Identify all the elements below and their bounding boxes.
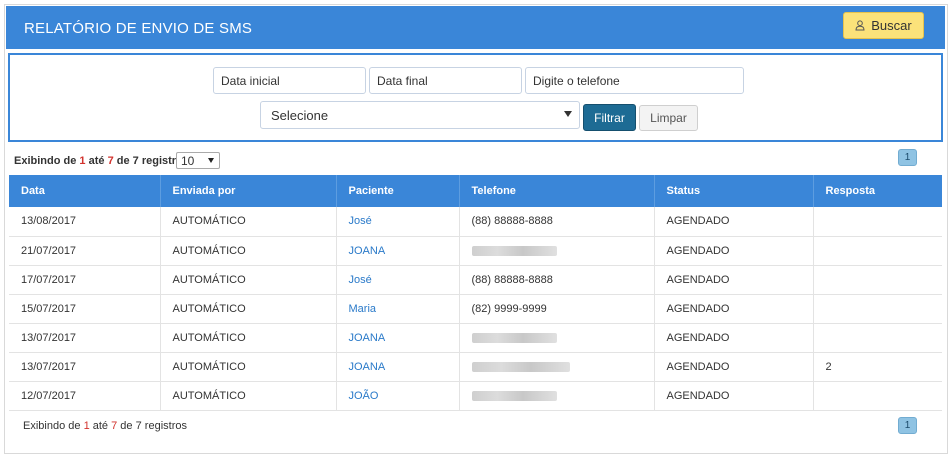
table-row: 13/07/2017 AUTOMÁTICO JOANA AGENDADO 2 xyxy=(9,352,942,381)
cell-telefone: (88) 88888-8888 xyxy=(459,265,655,294)
cell-telefone-redacted xyxy=(459,352,655,381)
cell-telefone-redacted xyxy=(459,381,655,410)
cell-paciente-link[interactable]: José xyxy=(336,265,460,294)
redacted-phone xyxy=(471,361,570,372)
redacted-phone xyxy=(471,245,557,256)
chevron-down-icon xyxy=(208,158,214,163)
filter-panel: Selecione Filtrar Limpar xyxy=(8,53,943,142)
buscar-button[interactable]: Buscar xyxy=(843,12,924,39)
column-header-telefone[interactable]: Telefone xyxy=(459,175,655,207)
cell-enviada-por: AUTOMÁTICO xyxy=(160,352,337,381)
cell-resposta xyxy=(813,265,942,294)
page-title: RELATÓRIO DE ENVIO DE SMS xyxy=(24,20,253,37)
cell-telefone-redacted xyxy=(459,323,655,352)
status-select-value: Selecione xyxy=(271,107,329,123)
column-header-resposta[interactable]: Resposta xyxy=(813,175,942,207)
cell-paciente-link[interactable]: JOANA xyxy=(336,352,460,381)
cell-enviada-por: AUTOMÁTICO xyxy=(160,236,337,265)
cell-resposta xyxy=(813,294,942,323)
cell-paciente-link[interactable]: JOANA xyxy=(336,236,460,265)
table-row: 13/07/2017 AUTOMÁTICO JOANA AGENDADO xyxy=(9,323,942,352)
cell-resposta xyxy=(813,236,942,265)
cell-status: AGENDADO xyxy=(654,265,814,294)
cell-enviada-por: AUTOMÁTICO xyxy=(160,381,337,410)
cell-paciente-link[interactable]: JOANA xyxy=(336,323,460,352)
pagination-page-top[interactable]: 1 xyxy=(898,149,917,166)
cell-data: 21/07/2017 xyxy=(9,236,161,265)
sms-table: Data Enviada por Paciente Telefone Statu… xyxy=(9,175,942,411)
data-inicial-input[interactable] xyxy=(213,67,366,94)
cell-status: AGENDADO xyxy=(654,323,814,352)
table-row: 13/08/2017 AUTOMÁTICO José (88) 88888-88… xyxy=(9,207,942,236)
buscar-label: Buscar xyxy=(871,18,912,33)
page-size-select[interactable]: 10 xyxy=(176,152,220,169)
table-row: 21/07/2017 AUTOMÁTICO JOANA AGENDADO xyxy=(9,236,942,265)
cell-status: AGENDADO xyxy=(654,207,814,236)
redacted-phone xyxy=(471,332,557,343)
cell-data: 12/07/2017 xyxy=(9,381,161,410)
cell-resposta: 2 xyxy=(825,360,832,373)
pagination-page-bottom[interactable]: 1 xyxy=(898,417,917,434)
cell-telefone: (88) 88888-8888 xyxy=(459,207,655,236)
cell-resposta xyxy=(813,323,942,352)
cell-status: AGENDADO xyxy=(654,381,814,410)
telefone-input[interactable] xyxy=(525,67,744,94)
cell-enviada-por: AUTOMÁTICO xyxy=(160,294,337,323)
cell-telefone: (82) 9999-9999 xyxy=(459,294,655,323)
page-size-value: 10 xyxy=(181,153,195,168)
records-info-bottom: Exibindo de 1 até 7 de 7 registros xyxy=(23,420,187,432)
cell-data: 15/07/2017 xyxy=(9,294,161,323)
column-header-data[interactable]: Data xyxy=(9,175,161,207)
cell-telefone-redacted xyxy=(459,236,655,265)
column-header-status[interactable]: Status xyxy=(654,175,814,207)
cell-status: AGENDADO xyxy=(654,294,814,323)
filtrar-button[interactable]: Filtrar xyxy=(583,104,636,131)
column-header-paciente[interactable]: Paciente xyxy=(336,175,460,207)
cell-paciente-link[interactable]: José xyxy=(336,207,460,236)
data-final-input[interactable] xyxy=(369,67,522,94)
cell-data: 17/07/2017 xyxy=(9,265,161,294)
cell-paciente-link[interactable]: Maria xyxy=(336,294,460,323)
cell-resposta xyxy=(813,207,942,236)
cell-paciente-link[interactable]: JOÃO xyxy=(336,381,460,410)
cell-data: 13/08/2017 xyxy=(9,207,161,236)
column-header-enviada-por[interactable]: Enviada por xyxy=(160,175,337,207)
cell-enviada-por: AUTOMÁTICO xyxy=(160,323,337,352)
table-row: 15/07/2017 AUTOMÁTICO Maria (82) 9999-99… xyxy=(9,294,942,323)
cell-status: AGENDADO xyxy=(654,236,814,265)
records-info-top: Exibindo de 1 até 7 de 7 registros xyxy=(14,155,189,167)
cell-enviada-por: AUTOMÁTICO xyxy=(160,207,337,236)
cell-data: 13/07/2017 xyxy=(9,352,161,381)
cell-data: 13/07/2017 xyxy=(9,323,161,352)
panel-header: RELATÓRIO DE ENVIO DE SMS Buscar xyxy=(6,6,945,49)
cell-status: AGENDADO xyxy=(654,352,814,381)
limpar-button[interactable]: Limpar xyxy=(639,105,698,131)
redacted-phone xyxy=(471,390,557,401)
chevron-down-icon xyxy=(564,111,572,117)
status-select[interactable]: Selecione xyxy=(260,101,580,129)
table-row: 12/07/2017 AUTOMÁTICO JOÃO AGENDADO xyxy=(9,381,942,410)
user-icon xyxy=(855,20,865,31)
cell-enviada-por: AUTOMÁTICO xyxy=(160,265,337,294)
cell-resposta xyxy=(813,381,942,410)
table-row: 17/07/2017 AUTOMÁTICO José (88) 88888-88… xyxy=(9,265,942,294)
table-header-row: Data Enviada por Paciente Telefone Statu… xyxy=(9,175,942,207)
